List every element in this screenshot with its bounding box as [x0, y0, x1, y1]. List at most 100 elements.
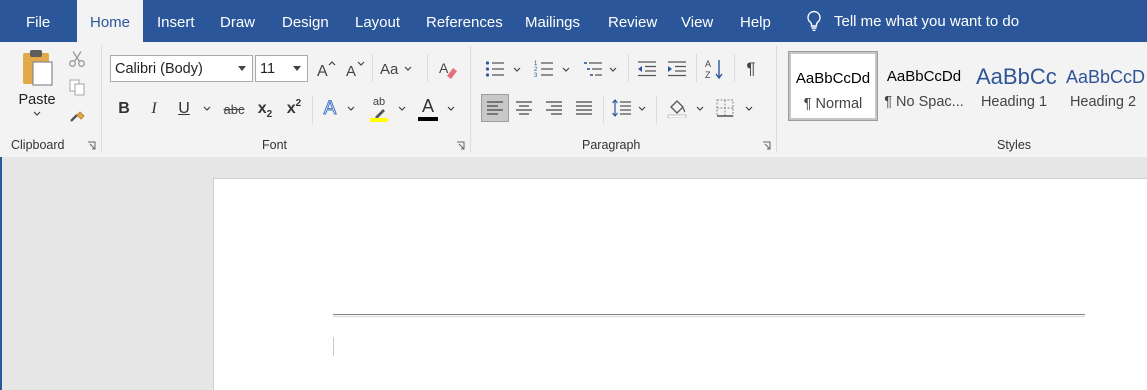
font-color-button[interactable]: A — [415, 94, 441, 124]
shading-button[interactable] — [664, 95, 690, 121]
style-sample: AaBbCc — [976, 64, 1057, 89]
document-page[interactable] — [213, 178, 1147, 390]
cut-button[interactable] — [66, 48, 88, 70]
paint-bucket-icon — [667, 100, 687, 118]
line-spacing-icon — [612, 99, 631, 117]
font-size-combo[interactable]: 11 — [255, 55, 308, 82]
font-dialog-launcher-icon[interactable] — [456, 141, 465, 150]
chevron-down-icon[interactable] — [745, 106, 753, 112]
separator — [696, 54, 697, 82]
subscript-button[interactable]: x2 — [253, 96, 277, 122]
format-painter-button[interactable] — [66, 104, 88, 126]
grow-font-icon: A — [317, 61, 336, 78]
chevron-down-icon[interactable] — [347, 106, 355, 112]
paragraph-dialog-launcher-icon[interactable] — [762, 141, 771, 150]
superscript-button[interactable]: x2 — [282, 96, 306, 122]
style-no-spacing[interactable]: AaBbCcDd ¶ No Spac... — [880, 52, 968, 120]
style-normal[interactable]: AaBbCcDd ¶ Normal — [788, 51, 878, 121]
font-size-value: 11 — [260, 60, 276, 77]
italic-button[interactable]: I — [143, 96, 165, 122]
change-case-button[interactable]: Aa — [380, 56, 420, 82]
shrink-font-icon: A — [346, 61, 365, 78]
tab-view[interactable]: View — [681, 0, 713, 42]
style-name: ¶ Normal — [803, 96, 863, 112]
numbered-list-icon: 123 — [534, 61, 553, 78]
numbering-button[interactable]: 123 — [531, 56, 557, 82]
align-center-button[interactable] — [511, 95, 537, 121]
shrink-font-button[interactable]: A — [343, 56, 367, 82]
tell-me-search[interactable]: Tell me what you want to do — [806, 0, 1019, 42]
svg-text:3: 3 — [534, 73, 538, 78]
align-center-icon — [516, 101, 532, 115]
increase-indent-icon — [668, 61, 686, 77]
tab-layout[interactable]: Layout — [355, 0, 400, 42]
svg-text:A: A — [317, 63, 328, 78]
increase-indent-button[interactable] — [664, 56, 690, 82]
paste-label: Paste — [18, 92, 56, 108]
clipboard-paste-icon — [23, 50, 53, 86]
bold-button[interactable]: B — [113, 96, 135, 122]
style-heading-1[interactable]: AaBbCc Heading 1 — [970, 52, 1058, 120]
tab-references[interactable]: References — [426, 0, 503, 42]
tab-home[interactable]: Home — [77, 0, 143, 42]
chevron-down-icon — [238, 66, 246, 71]
change-case-label: Aa — [380, 60, 399, 78]
multilevel-list-button[interactable] — [580, 56, 606, 82]
clipboard-dialog-launcher-icon[interactable] — [87, 141, 96, 150]
style-heading-2[interactable]: AaBbCcD Heading 2 — [1059, 52, 1147, 120]
show-hide-marks-button[interactable]: ¶ — [740, 56, 762, 82]
chevron-down-icon[interactable] — [203, 106, 211, 112]
paste-button[interactable]: Paste — [14, 48, 60, 132]
copy-button[interactable] — [66, 76, 88, 98]
tell-me-label: Tell me what you want to do — [834, 12, 1020, 30]
sort-button[interactable]: AZ — [702, 56, 728, 82]
chevron-down-icon[interactable] — [638, 106, 646, 112]
line-spacing-button[interactable] — [609, 95, 635, 121]
tab-draw[interactable]: Draw — [220, 0, 255, 42]
svg-text:A: A — [705, 59, 711, 69]
tab-mailings[interactable]: Mailings — [525, 0, 580, 42]
superscript-label: x — [286, 100, 296, 117]
tab-design[interactable]: Design — [282, 0, 329, 42]
justify-icon — [576, 101, 592, 115]
tab-review[interactable]: Review — [608, 0, 657, 42]
chevron-down-icon[interactable] — [696, 106, 704, 112]
bullets-button[interactable] — [482, 56, 508, 82]
chevron-down-icon[interactable] — [447, 106, 455, 112]
chevron-down-icon[interactable] — [513, 67, 521, 73]
tab-help[interactable]: Help — [740, 0, 771, 42]
justify-button[interactable] — [571, 95, 597, 121]
highlighter-icon — [370, 109, 388, 122]
underline-button[interactable]: U — [172, 96, 196, 122]
subscript-digit: 2 — [266, 108, 273, 120]
text-effects-button[interactable]: A — [318, 96, 342, 122]
separator — [372, 54, 373, 82]
svg-text:A: A — [439, 60, 449, 76]
style-name: Heading 1 — [980, 94, 1048, 110]
tab-insert[interactable]: Insert — [157, 0, 195, 42]
align-left-button[interactable] — [481, 94, 509, 122]
chevron-down-icon[interactable] — [398, 106, 406, 112]
tab-file[interactable]: File — [26, 0, 50, 42]
svg-text:Z: Z — [705, 70, 711, 80]
decrease-indent-button[interactable] — [634, 56, 660, 82]
text-cursor — [333, 337, 334, 356]
borders-button[interactable] — [712, 95, 738, 121]
borders-icon — [716, 99, 734, 117]
decrease-indent-icon — [638, 61, 656, 77]
chevron-down-icon[interactable] — [562, 67, 570, 73]
grow-font-button[interactable]: A — [314, 56, 338, 82]
multilevel-list-icon — [584, 62, 602, 76]
chevron-down-icon[interactable] — [609, 67, 617, 73]
highlight-color-button[interactable]: ab — [366, 94, 392, 124]
font-name-value: Calibri (Body) — [115, 60, 203, 77]
separator — [628, 54, 629, 82]
style-name: Heading 2 — [1069, 94, 1137, 110]
font-name-combo[interactable]: Calibri (Body) — [110, 55, 253, 82]
font-color-swatch — [418, 117, 438, 121]
pilcrow-icon: ¶ — [746, 59, 756, 78]
clear-formatting-button[interactable]: A — [435, 56, 461, 82]
underline-label: U — [178, 100, 190, 117]
strikethrough-button[interactable]: abc — [220, 96, 248, 122]
align-right-button[interactable] — [541, 95, 567, 121]
